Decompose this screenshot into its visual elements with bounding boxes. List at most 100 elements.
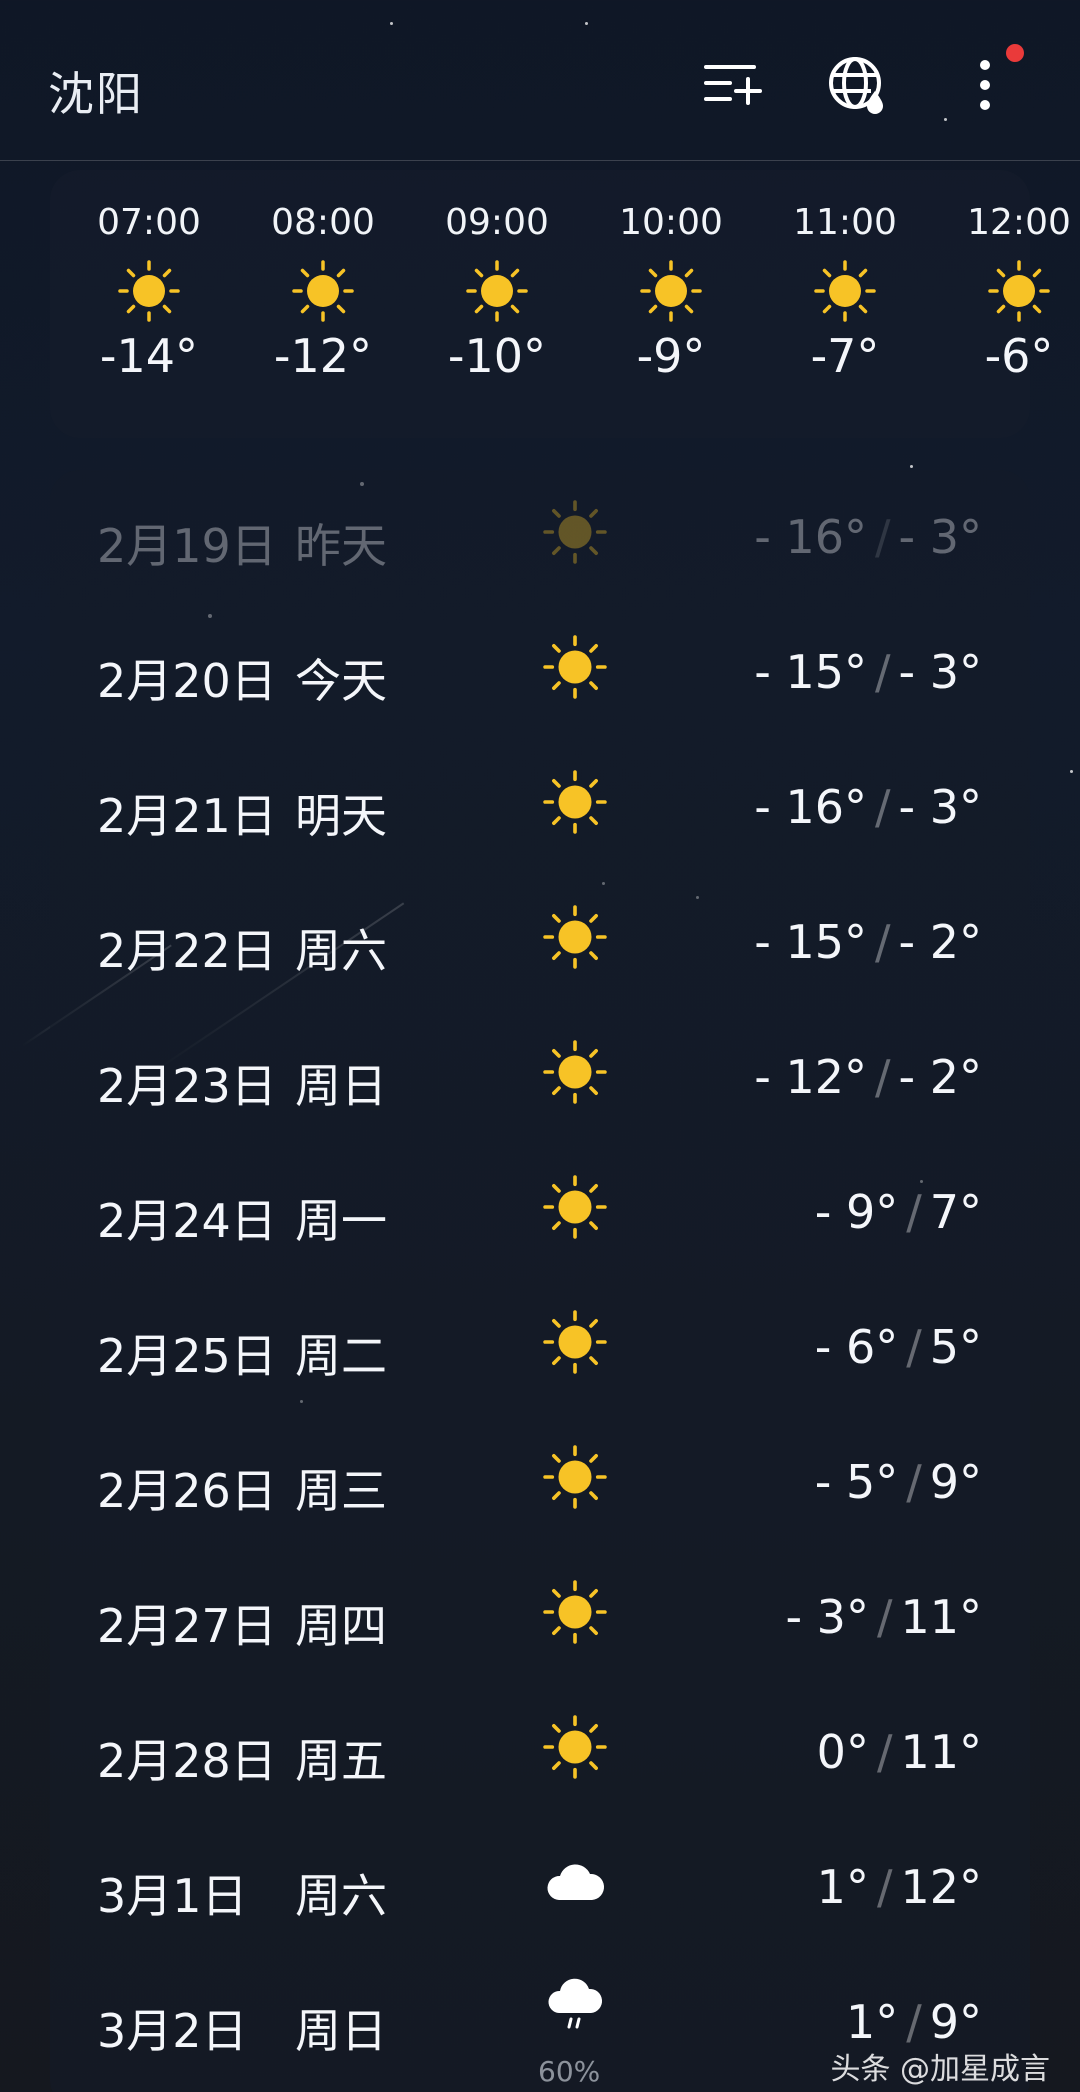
daily-forecast-card[interactable]: 2月19日 昨天 - 16° / - 3° 2月20日 今天 - 15° / - 3° …: [50, 470, 1030, 2092]
day-low-temp: 1°: [845, 1995, 899, 2049]
sun-icon: [118, 260, 180, 322]
day-low-temp: 0°: [816, 1725, 869, 1779]
sun-icon: [543, 1175, 607, 1239]
hourly-item: 08:00 -12°: [258, 200, 388, 384]
sun-icon: [988, 260, 1050, 322]
hour-temp: -6°: [984, 329, 1054, 383]
sun-icon: [543, 905, 607, 969]
day-high-temp: - 2°: [898, 915, 983, 969]
daily-row[interactable]: 2月27日 周四 - 3°/11°: [50, 1550, 1030, 1686]
sun-icon: [292, 260, 354, 322]
day-temp-range: - 15° / - 3°: [754, 645, 982, 699]
temp-separator: /: [906, 1320, 922, 1374]
hour-temp: -7°: [810, 329, 880, 383]
sun-icon: [814, 260, 876, 322]
daily-row[interactable]: 2月20日 今天 - 15° / - 3°: [50, 605, 1030, 741]
day-date: 3月2日: [97, 2004, 248, 2058]
day-date: 2月25日: [97, 1329, 277, 1383]
day-date: 2月23日: [97, 1059, 277, 1113]
globe-drop-icon: [829, 57, 883, 114]
hour-time: 11:00: [793, 202, 897, 243]
city-name[interactable]: 沈阳: [48, 58, 144, 124]
day-high-temp: 7°: [929, 1185, 982, 1239]
daily-row[interactable]: 2月26日 周三 - 5°/9°: [50, 1415, 1030, 1551]
day-high-temp: 5°: [929, 1320, 982, 1374]
daily-row[interactable]: 2月25日 周二 - 6°/5°: [50, 1280, 1030, 1416]
day-high-temp: - 3°: [898, 645, 983, 699]
sun-icon: [543, 1445, 607, 1509]
day-temp-range: - 3°/11°: [785, 1590, 982, 1644]
day-low-temp: - 9°: [814, 1185, 899, 1239]
notification-badge: [1006, 44, 1024, 62]
day-high-temp: - 3°: [898, 780, 983, 834]
hourly-item: 12:00 -6°: [954, 200, 1080, 384]
day-weekday: 周四: [295, 1599, 387, 1653]
temp-separator: /: [875, 1050, 891, 1104]
temp-separator: /: [876, 1860, 893, 1914]
day-temp-range: - 12° / - 2°: [754, 1050, 982, 1104]
temp-separator: /: [906, 1185, 922, 1239]
hourly-forecast-card[interactable]: 07:00 -14° 08:00 -12° 09:00 -10° 10:00 -…: [50, 170, 1071, 438]
daily-row[interactable]: 3月1日 周六 1°/12°: [50, 1820, 1030, 1956]
day-weekday: 周一: [295, 1194, 387, 1248]
day-date: 2月26日: [97, 1464, 277, 1518]
more-menu-button[interactable]: [948, 50, 1018, 120]
sun-icon: [640, 260, 702, 322]
day-high-temp: 11°: [900, 1590, 982, 1644]
day-weekday: 周三: [295, 1464, 387, 1518]
sun-icon: [466, 260, 528, 322]
hour-temp: -10°: [447, 329, 547, 383]
day-weekday: 周二: [295, 1329, 387, 1383]
sun-icon: [543, 1715, 607, 1779]
daily-row[interactable]: 2月23日 周日 - 12° / - 2°: [50, 1010, 1030, 1146]
temp-separator: /: [875, 645, 891, 699]
daily-row[interactable]: 2月24日 周一 - 9°/7°: [50, 1145, 1030, 1281]
temp-separator: /: [876, 1725, 893, 1779]
day-low-temp: - 16°: [754, 510, 867, 564]
day-low-temp: - 12°: [754, 1050, 867, 1104]
day-date: 2月22日: [97, 924, 277, 978]
day-temp-range: 0°/11°: [817, 1725, 982, 1779]
day-low-temp: - 5°: [814, 1455, 899, 1509]
day-low-temp: - 16°: [754, 780, 867, 834]
add-city-button[interactable]: [697, 50, 767, 120]
day-date: 2月19日: [97, 519, 277, 573]
day-high-temp: 11°: [900, 1725, 982, 1779]
hourly-item: 07:00 -14°: [84, 200, 214, 384]
day-weekday: 周六: [295, 1869, 387, 1923]
daily-row[interactable]: 2月19日 昨天 - 16° / - 3°: [50, 470, 1030, 606]
hour-temp: -14°: [99, 329, 199, 383]
sun-icon: [543, 1040, 607, 1104]
hour-time: 10:00: [619, 202, 723, 243]
temp-separator: /: [906, 1995, 922, 2049]
day-temp-range: - 16° / - 3°: [754, 780, 982, 834]
hourly-item: 09:00 -10°: [432, 200, 562, 384]
hourly-item: 11:00 -7°: [780, 200, 910, 384]
temp-separator: /: [876, 1590, 893, 1644]
hour-time: 08:00: [271, 202, 375, 243]
daily-row[interactable]: 2月28日 周五 0°/11°: [50, 1685, 1030, 1821]
day-date: 2月21日: [97, 789, 277, 843]
sun-icon: [543, 1580, 607, 1644]
day-low-temp: - 3°: [785, 1590, 869, 1644]
global-weather-button[interactable]: [822, 50, 892, 120]
rain-cloud-icon: [543, 1973, 607, 2037]
day-weekday: 今天: [295, 654, 387, 708]
hour-time: 07:00: [97, 202, 201, 243]
list-add-icon: [704, 65, 762, 105]
day-weekday: 周日: [295, 2004, 387, 2058]
day-low-temp: 1°: [816, 1860, 869, 1914]
daily-row[interactable]: 2月22日 周六 - 15° / - 2°: [50, 875, 1030, 1011]
daily-row[interactable]: 2月21日 明天 - 16° / - 3°: [50, 740, 1030, 876]
temp-separator: /: [875, 780, 891, 834]
day-high-temp: 9°: [929, 1995, 982, 2049]
app-header: 沈阳: [0, 0, 1080, 161]
day-temp-range: - 6°/5°: [815, 1320, 982, 1374]
temp-separator: /: [875, 510, 891, 564]
day-temp-range: - 9°/7°: [815, 1185, 982, 1239]
day-high-temp: 12°: [900, 1860, 982, 1914]
temp-separator: /: [906, 1455, 922, 1509]
day-weekday: 周六: [295, 924, 387, 978]
day-weekday: 明天: [295, 789, 387, 843]
day-low-temp: - 15°: [754, 915, 867, 969]
